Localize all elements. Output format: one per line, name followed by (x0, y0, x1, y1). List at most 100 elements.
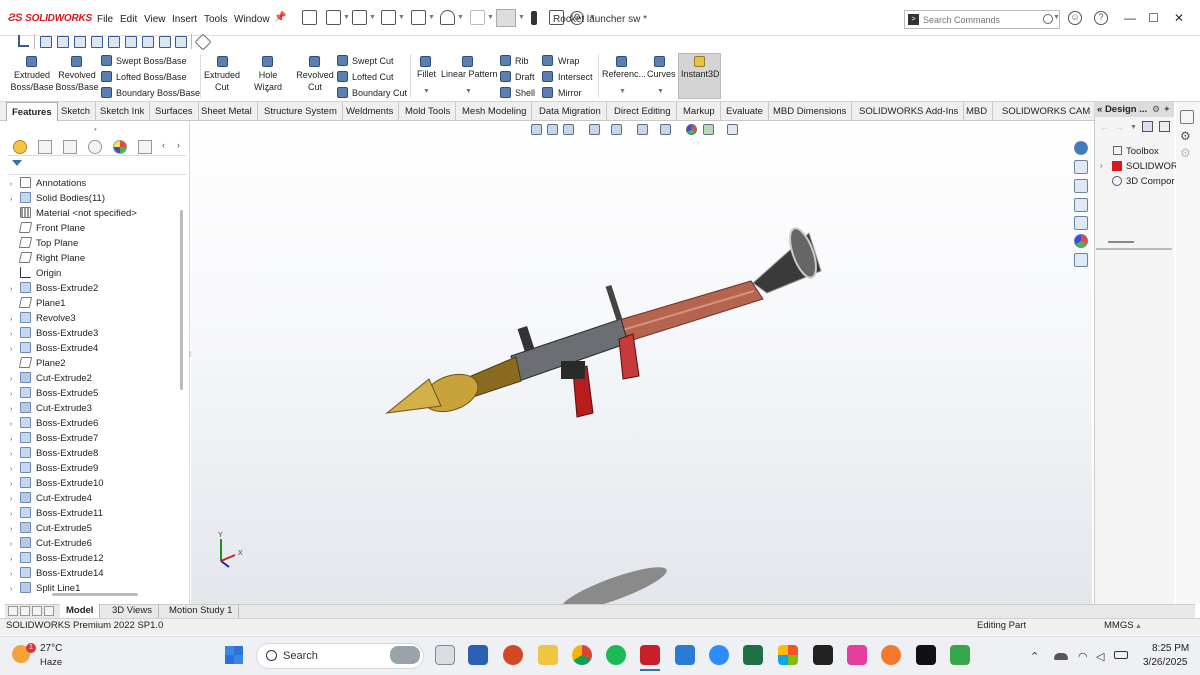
chevron-down-icon[interactable]: ▼ (619, 88, 626, 95)
view-iso-icon[interactable] (142, 36, 154, 48)
filter-icon[interactable] (12, 160, 22, 170)
menu-window[interactable]: Window (234, 14, 270, 25)
pin-icon[interactable]: 📌 (274, 12, 286, 23)
tree-item[interactable]: › Boss-Extrude10 (10, 476, 104, 491)
open-folder-icon[interactable] (352, 10, 367, 25)
last-tab-button[interactable] (44, 606, 54, 616)
word-icon[interactable] (468, 645, 488, 665)
undo-icon[interactable] (440, 10, 455, 25)
extruded-boss-button[interactable]: Extruded Boss/Base (8, 69, 56, 93)
tree-item[interactable]: › Boss-Extrude7 (10, 431, 98, 446)
revolved-boss-button[interactable]: Revolved Boss/Base (54, 69, 100, 93)
anchor-icon[interactable] (18, 35, 29, 47)
expand-arrow-icon[interactable]: › (10, 387, 20, 402)
tree-item[interactable]: › Boss-Extrude2 (10, 281, 98, 296)
chevron-down-icon[interactable]: ▼ (1130, 124, 1137, 131)
redo-icon[interactable] (470, 10, 485, 25)
tab-mbd[interactable]: MBD (961, 102, 994, 121)
tree-item[interactable]: Right Plane (10, 251, 85, 266)
clock-date[interactable]: 3/26/2025 (1143, 657, 1188, 668)
appearances-icon[interactable] (1074, 234, 1088, 248)
tree-item[interactable]: › Boss-Extrude11 (10, 506, 103, 521)
configuration-manager-icon[interactable] (63, 140, 77, 154)
view-back-icon[interactable] (57, 36, 69, 48)
view-dimetric-icon[interactable] (175, 36, 187, 48)
tree-item[interactable]: Front Plane (10, 221, 85, 236)
tree-item[interactable]: › Annotations (10, 176, 86, 191)
boundary-boss-button[interactable]: Boundary Boss/Base (116, 88, 200, 98)
property-manager-icon[interactable] (38, 140, 52, 154)
chevron-down-icon[interactable]: ▼ (264, 88, 271, 95)
model-canvas[interactable]: Y X (191, 121, 1092, 604)
tree-item[interactable]: › Boss-Extrude3 (10, 326, 98, 341)
boundary-cut-button[interactable]: Boundary Cut (352, 88, 407, 98)
tab-evaluate[interactable]: Evaluate (721, 102, 769, 121)
volume-icon[interactable]: ◁ (1096, 650, 1104, 663)
swept-cut-button[interactable]: Swept Cut (352, 56, 394, 66)
powerpoint-icon[interactable] (503, 645, 523, 665)
tree-horizontal-scrollbar[interactable] (52, 593, 138, 596)
intersect-button[interactable]: Intersect (558, 72, 593, 82)
design-library-icon[interactable] (1074, 179, 1088, 193)
home-icon[interactable] (302, 10, 317, 25)
chevron-down-icon[interactable]: ▼ (465, 88, 472, 95)
chevron-down-icon[interactable]: ▼ (657, 88, 664, 95)
tree-item[interactable]: › Boss-Extrude9 (10, 461, 98, 476)
chevron-down-icon[interactable]: ▼ (428, 14, 435, 21)
wrap-button[interactable]: Wrap (558, 56, 579, 66)
expand-arrow-icon[interactable]: › (10, 522, 20, 537)
expand-arrow-icon[interactable]: › (10, 327, 20, 342)
expand-arrow-icon[interactable]: › (10, 537, 20, 552)
gear-icon[interactable]: ⚙ (1180, 129, 1191, 143)
expand-arrow-icon[interactable]: › (10, 312, 20, 327)
tree-item[interactable]: Plane2 (10, 356, 66, 371)
tree-item[interactable]: › Cut-Extrude3 (10, 401, 92, 416)
tree-item[interactable]: Origin (10, 266, 61, 281)
tab-structure-system[interactable]: Structure System (259, 102, 343, 121)
view-left-icon[interactable] (74, 36, 86, 48)
clock-time[interactable]: 8:25 PM (1152, 643, 1189, 654)
tab-mold-tools[interactable]: Mold Tools (400, 102, 457, 121)
previous-tab-button[interactable] (20, 606, 30, 616)
tab-sketch-ink[interactable]: Sketch Ink (95, 102, 151, 121)
tab-mbd-dimensions[interactable]: MBD Dimensions (768, 102, 853, 121)
excel-icon[interactable] (743, 645, 763, 665)
linear-pattern-button[interactable]: Linear Pattern (441, 69, 498, 79)
xbox-icon[interactable] (950, 645, 970, 665)
microsoft-store-icon[interactable] (778, 645, 798, 665)
tab-features[interactable]: Features (6, 102, 58, 121)
task-view-icon[interactable] (435, 645, 455, 665)
cam-manager-icon[interactable] (138, 140, 152, 154)
traffic-light-icon[interactable] (531, 11, 537, 25)
tab-surfaces[interactable]: Surfaces (150, 102, 199, 121)
select-pointer-icon[interactable] (496, 9, 516, 27)
chevron-down-icon[interactable]: ▼ (369, 14, 376, 21)
solidworks-logo[interactable]: ƧS SOLIDWORKS (8, 12, 92, 24)
chevron-down-icon[interactable]: ▼ (457, 14, 464, 21)
menu-view[interactable]: View (144, 14, 166, 25)
tree-item[interactable]: › Cut-Extrude2 (10, 371, 92, 386)
panel-collapse-handle[interactable]: • (94, 125, 97, 134)
display-manager-icon[interactable] (113, 140, 127, 154)
help-icon[interactable]: ? (1094, 11, 1108, 25)
home-icon[interactable] (1074, 160, 1088, 174)
expand-arrow-icon[interactable]: › (10, 507, 20, 522)
photo-app-icon[interactable] (847, 645, 867, 665)
chevron-down-icon[interactable]: ▼ (487, 14, 494, 21)
expand-arrow-icon[interactable]: › (10, 372, 20, 387)
new-document-icon[interactable] (326, 10, 341, 25)
menu-tools[interactable]: Tools (204, 14, 227, 25)
spotify-icon[interactable] (606, 645, 626, 665)
menu-edit[interactable]: Edit (120, 14, 137, 25)
settings-secondary-icon[interactable]: ⚙ (1180, 146, 1191, 160)
tree-item[interactable]: › Revolve3 (10, 311, 76, 326)
shell-button[interactable]: Shell (515, 88, 535, 98)
chevron-down-icon[interactable]: ▼ (398, 14, 405, 21)
tree-item[interactable]: › Boss-Extrude4 (10, 341, 98, 356)
expand-arrow-icon[interactable]: › (1100, 161, 1103, 170)
view-top-icon[interactable] (108, 36, 120, 48)
toolbox-item[interactable]: Toolbox (1126, 146, 1159, 157)
design-library-tab-icon[interactable] (1180, 110, 1194, 124)
battery-icon[interactable] (1114, 651, 1128, 659)
feature-manager-icon[interactable] (13, 140, 27, 154)
